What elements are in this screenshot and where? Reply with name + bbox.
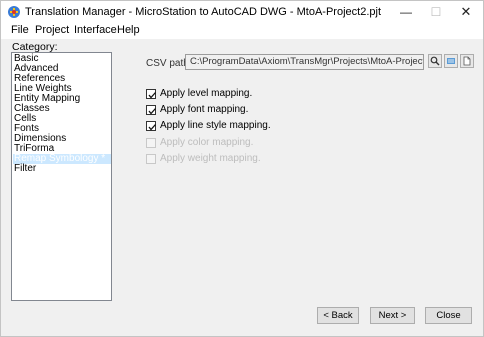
translation-manager-window: Translation Manager - MicroStation to Au… — [0, 0, 484, 337]
window-title: Translation Manager - MicroStation to Au… — [25, 6, 381, 18]
document-icon[interactable] — [460, 54, 474, 68]
back-button[interactable]: < Back — [317, 307, 359, 324]
close-button[interactable]: Close — [425, 307, 472, 324]
level-mapping-checkbox[interactable] — [146, 89, 156, 99]
close-window-button[interactable]: ✕ — [451, 1, 481, 23]
weight-mapping-label: Apply weight mapping. — [160, 153, 261, 164]
menu-help[interactable]: Help — [117, 24, 140, 36]
menu-project[interactable]: Project — [35, 24, 69, 36]
font-mapping-label: Apply font mapping. — [160, 104, 249, 115]
translation-manager-app-icon — [7, 5, 21, 19]
line-style-mapping-checkbox[interactable] — [146, 121, 156, 131]
weight-mapping-checkbox — [146, 154, 156, 164]
maximize-button[interactable]: ☐ — [421, 1, 451, 23]
menu-interface[interactable]: Interface — [74, 24, 117, 36]
csv-path-field[interactable]: C:\ProgramData\Axiom\TransMgr\Projects\M… — [185, 54, 424, 70]
category-item-filter[interactable]: Filter — [13, 164, 111, 174]
menu-bar: File Project Interface Help — [1, 23, 483, 39]
menu-file[interactable]: File — [11, 24, 29, 36]
next-button[interactable]: Next > — [370, 307, 415, 324]
category-list[interactable]: Basic Advanced References Line Weights E… — [11, 52, 112, 301]
level-mapping-label: Apply level mapping. — [160, 88, 253, 99]
line-style-mapping-label: Apply line style mapping. — [160, 120, 271, 131]
edit-icon[interactable] — [444, 54, 458, 68]
color-mapping-label: Apply color mapping. — [160, 137, 254, 148]
color-mapping-checkbox — [146, 138, 156, 148]
browse-search-icon[interactable] — [428, 54, 442, 68]
font-mapping-checkbox[interactable] — [146, 105, 156, 115]
title-bar: Translation Manager - MicroStation to Au… — [1, 1, 483, 23]
minimize-button[interactable]: — — [391, 1, 421, 23]
